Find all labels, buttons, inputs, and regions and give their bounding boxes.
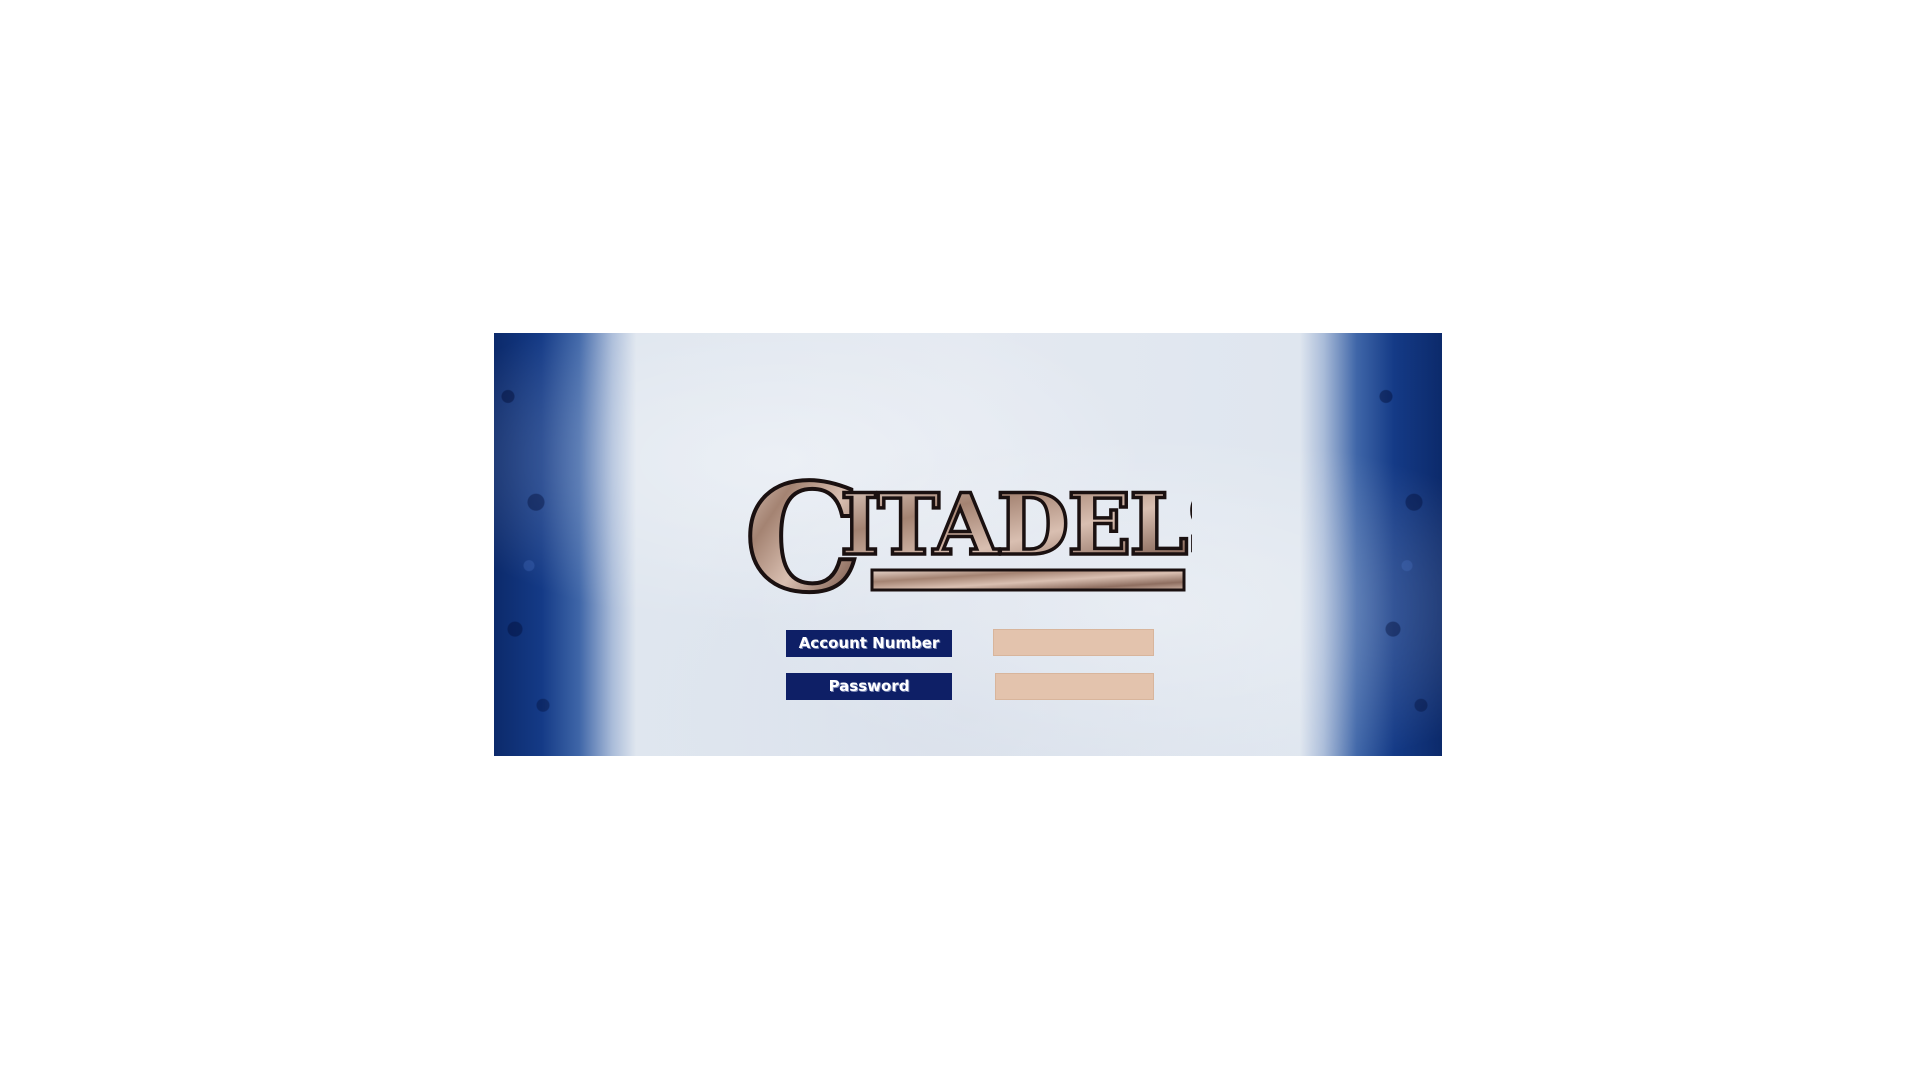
logo-letters: ITADELS xyxy=(840,475,1192,574)
account-number-input[interactable] xyxy=(993,629,1154,656)
login-window: C ITADELS Account Number Password xyxy=(494,333,1442,756)
account-number-label: Account Number xyxy=(786,630,952,657)
password-input[interactable] xyxy=(995,673,1154,700)
password-label: Password xyxy=(786,673,952,700)
left-ice-border xyxy=(494,333,564,756)
right-ice-border xyxy=(1372,333,1442,756)
citadels-logo: C ITADELS xyxy=(742,449,1249,627)
